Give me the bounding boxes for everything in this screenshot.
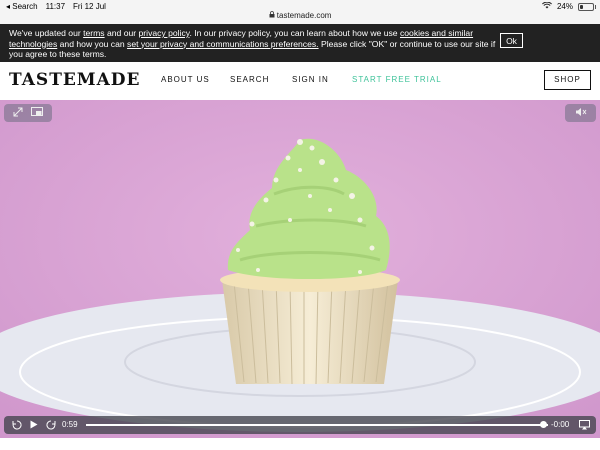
nav-search[interactable]: SEARCH [230, 75, 269, 84]
privacy-policy-link[interactable]: privacy policy [139, 28, 190, 38]
wifi-icon [542, 1, 552, 11]
skip-back-icon[interactable] [12, 416, 22, 434]
remaining-time: -0:00 [551, 420, 570, 429]
video-frame-cupcake [0, 100, 600, 438]
back-to-search-link[interactable]: ◂ Search [6, 2, 38, 11]
progress-scrubber[interactable] [539, 421, 547, 428]
lock-icon [269, 11, 277, 20]
skip-forward-icon[interactable] [46, 416, 56, 434]
fullscreen-icon[interactable] [13, 107, 23, 120]
privacy-preferences-link[interactable]: set your privacy and communications pref… [127, 39, 319, 49]
nav-sign-in[interactable]: SIGN IN [292, 75, 329, 84]
cookie-ok-button[interactable]: Ok [500, 33, 523, 48]
site-header: TASTEMADE ABOUT US SEARCH SIGN IN START … [0, 62, 600, 101]
status-date: Fri 12 Jul [73, 2, 106, 11]
video-top-left-controls [4, 104, 52, 122]
status-bar: ◂ Search 11:37 Fri 12 Jul tastemade.com … [0, 0, 600, 24]
status-time: 11:37 [45, 2, 66, 11]
nav-start-free-trial[interactable]: START FREE TRIAL [352, 75, 442, 84]
nav-about-us[interactable]: ABOUT US [161, 75, 210, 84]
airplay-icon[interactable] [579, 416, 590, 434]
muted-speaker-icon[interactable] [575, 107, 587, 120]
video-player[interactable] [0, 100, 600, 438]
url-text: tastemade.com [276, 11, 332, 20]
battery-icon [578, 2, 596, 11]
video-mute-control [565, 104, 596, 122]
progress-bar[interactable] [86, 424, 548, 426]
cookie-banner: We've updated our terms and our privacy … [0, 24, 600, 62]
play-icon[interactable] [30, 416, 38, 434]
battery-percent: 24% [556, 2, 573, 11]
current-time: 0:59 [62, 420, 78, 429]
cookie-message: We've updated our terms and our privacy … [9, 28, 496, 60]
terms-link[interactable]: terms [83, 28, 104, 38]
tastemade-logo[interactable]: TASTEMADE [9, 70, 141, 90]
shop-button[interactable]: SHOP [544, 70, 591, 90]
address-bar[interactable]: tastemade.com [0, 11, 600, 20]
video-control-bar: 0:59 -0:00 [4, 416, 596, 434]
page-below-video [0, 438, 600, 450]
picture-in-picture-icon[interactable] [31, 106, 43, 120]
